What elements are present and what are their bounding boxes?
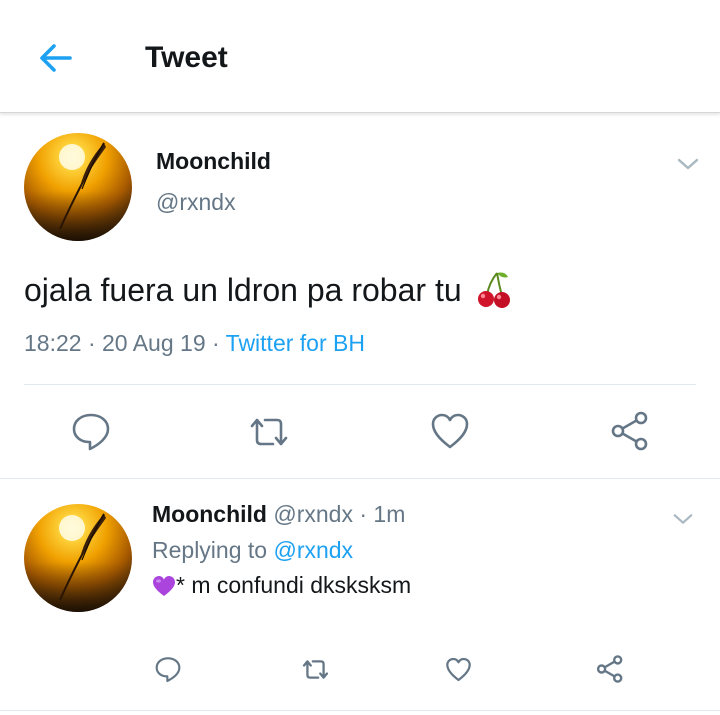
reply-avatar[interactable]	[24, 504, 132, 612]
reply-author-name[interactable]: Moonchild	[152, 501, 267, 527]
divider	[24, 384, 696, 385]
author-handle[interactable]: @rxndx	[156, 187, 236, 217]
tweet-date: 20 Aug 19	[102, 330, 206, 356]
meta-separator: ·	[212, 330, 220, 356]
arrow-left-icon	[40, 44, 72, 72]
section-divider	[0, 478, 720, 479]
tweet-body: ojala fuera un ldron pa robar tu	[24, 272, 462, 308]
meta-separator: ·	[87, 330, 96, 356]
like-icon	[446, 657, 471, 682]
tweet-meta: 18:22 · 20 Aug 19 · Twitter for BH	[24, 326, 365, 360]
top-bar: Tweet	[0, 0, 720, 113]
reply-button[interactable]	[70, 410, 112, 457]
reply-time: 1m	[373, 501, 406, 527]
tweet-time: 18:22	[24, 330, 82, 356]
replying-to: Replying to @rxndx	[152, 535, 353, 565]
reply-icon	[72, 413, 110, 451]
reply-body: * m confundi dksksksm	[176, 572, 412, 598]
share-button[interactable]	[610, 410, 650, 457]
reply-like-button[interactable]	[445, 657, 472, 687]
page-title: Tweet	[145, 41, 228, 74]
author-name[interactable]: Moonchild	[156, 146, 271, 176]
like-button[interactable]	[430, 412, 470, 455]
section-divider	[0, 710, 720, 711]
retweet-button[interactable]	[246, 412, 292, 457]
retweet-icon	[250, 418, 288, 446]
reply-retweet-button[interactable]	[300, 656, 331, 688]
meta-separator: ·	[359, 501, 368, 527]
share-icon	[596, 655, 623, 683]
tweet-source-link[interactable]: Twitter for BH	[226, 330, 365, 356]
chevron-down-icon	[677, 158, 699, 170]
avatar[interactable]	[24, 133, 132, 241]
back-button[interactable]	[36, 38, 76, 78]
replying-label: Replying to	[152, 537, 268, 563]
share-icon	[611, 411, 648, 451]
tweet-text: ojala fuera un ldron pa robar tu	[24, 268, 513, 320]
reply-reply-button[interactable]	[154, 655, 182, 688]
like-icon	[431, 413, 469, 449]
replying-mention-link[interactable]: @rxndx	[273, 537, 353, 563]
reply-text: * m confundi dksksksm	[152, 569, 411, 605]
reply-menu-button[interactable]	[672, 508, 694, 530]
tweet-menu-button[interactable]	[676, 152, 700, 176]
reply-icon	[155, 657, 181, 683]
chevron-down-icon	[673, 514, 693, 524]
retweet-icon	[302, 660, 329, 679]
purple-heart-emoji	[152, 573, 176, 605]
reply-share-button[interactable]	[596, 654, 624, 689]
reply-header: Moonchild @rxndx · 1m	[152, 499, 405, 529]
cherries-emoji	[475, 269, 513, 320]
reply-author-handle[interactable]: @rxndx	[273, 501, 353, 527]
